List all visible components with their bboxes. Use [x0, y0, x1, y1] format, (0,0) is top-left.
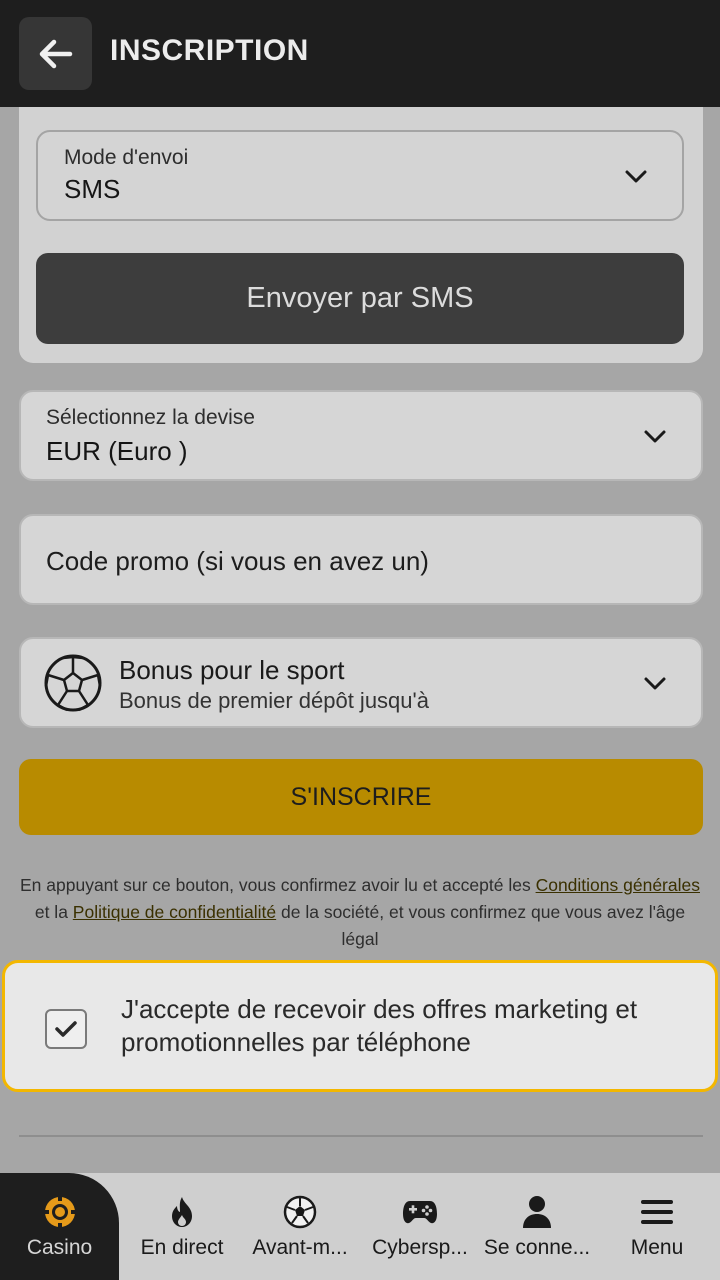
send-mode-select[interactable]: Mode d'envoi SMS	[36, 130, 684, 221]
send-sms-button[interactable]: Envoyer par SMS	[36, 253, 684, 344]
bottom-navigation: Casino En direct Avant-m... Cybersp... S…	[0, 1173, 720, 1280]
nav-label: Se conne...	[483, 1235, 591, 1259]
marketing-consent[interactable]: J'accepte de recevoir des offres marketi…	[2, 960, 718, 1092]
nav-label: Casino	[26, 1235, 93, 1259]
nav-item-login[interactable]: Se conne...	[478, 1173, 596, 1280]
page-title: INSCRIPTION	[110, 34, 309, 67]
promo-code-placeholder: Code promo (si vous en avez un)	[46, 546, 429, 576]
nav-item-live[interactable]: En direct	[123, 1173, 241, 1280]
marketing-consent-checkbox[interactable]	[45, 1009, 87, 1049]
nav-item-casino[interactable]: Casino	[0, 1173, 119, 1280]
nav-label: Cybersp...	[372, 1235, 468, 1259]
currency-select[interactable]: Sélectionnez la devise EUR (Euro )	[19, 390, 703, 481]
flame-icon	[172, 1196, 192, 1227]
legal-text: et la	[34, 902, 73, 922]
casino-chip-icon	[43, 1195, 76, 1228]
chevron-down-icon	[625, 170, 647, 183]
hamburger-icon	[641, 1199, 673, 1224]
nav-item-menu[interactable]: Menu	[598, 1173, 716, 1280]
arrow-left-icon	[39, 39, 72, 68]
terms-link[interactable]: Conditions générales	[536, 875, 700, 895]
currency-value: EUR (Euro )	[46, 436, 188, 466]
legal-text: de la société, et vous confirmez que vou…	[276, 902, 686, 949]
currency-label: Sélectionnez la devise	[46, 406, 255, 429]
app-header: INSCRIPTION	[0, 0, 720, 107]
nav-label: En direct	[140, 1235, 224, 1259]
promo-code-input[interactable]: Code promo (si vous en avez un)	[19, 514, 703, 605]
register-button[interactable]: S'INSCRIRE	[19, 759, 703, 835]
legal-notice: En appuyant sur ce bouton, vous confirme…	[20, 872, 700, 953]
nav-item-prematch[interactable]: Avant-m...	[241, 1173, 359, 1280]
chevron-down-icon	[644, 430, 666, 443]
legal-text: En appuyant sur ce bouton, vous confirme…	[20, 875, 536, 895]
bonus-title: Bonus pour le sport	[119, 655, 345, 685]
soccer-ball-icon	[44, 654, 102, 712]
bonus-subtitle: Bonus de premier dépôt jusqu'à	[119, 688, 429, 713]
back-button[interactable]	[19, 17, 92, 90]
divider	[19, 1135, 703, 1137]
checkmark-icon	[55, 1021, 77, 1037]
nav-item-esports[interactable]: Cybersp...	[361, 1173, 479, 1280]
chevron-down-icon	[644, 677, 666, 690]
send-mode-label: Mode d'envoi	[64, 146, 189, 169]
marketing-consent-label: J'accepte de recevoir des offres marketi…	[121, 994, 638, 1057]
send-mode-value: SMS	[64, 174, 121, 204]
privacy-policy-link[interactable]: Politique de confidentialité	[73, 902, 276, 922]
user-icon	[523, 1195, 551, 1228]
nav-label: Avant-m...	[252, 1235, 348, 1259]
bonus-select[interactable]: Bonus pour le sport Bonus de premier dép…	[19, 637, 703, 728]
nav-label: Menu	[630, 1235, 684, 1259]
gamepad-icon	[403, 1200, 437, 1223]
soccer-ball-icon	[283, 1195, 317, 1228]
